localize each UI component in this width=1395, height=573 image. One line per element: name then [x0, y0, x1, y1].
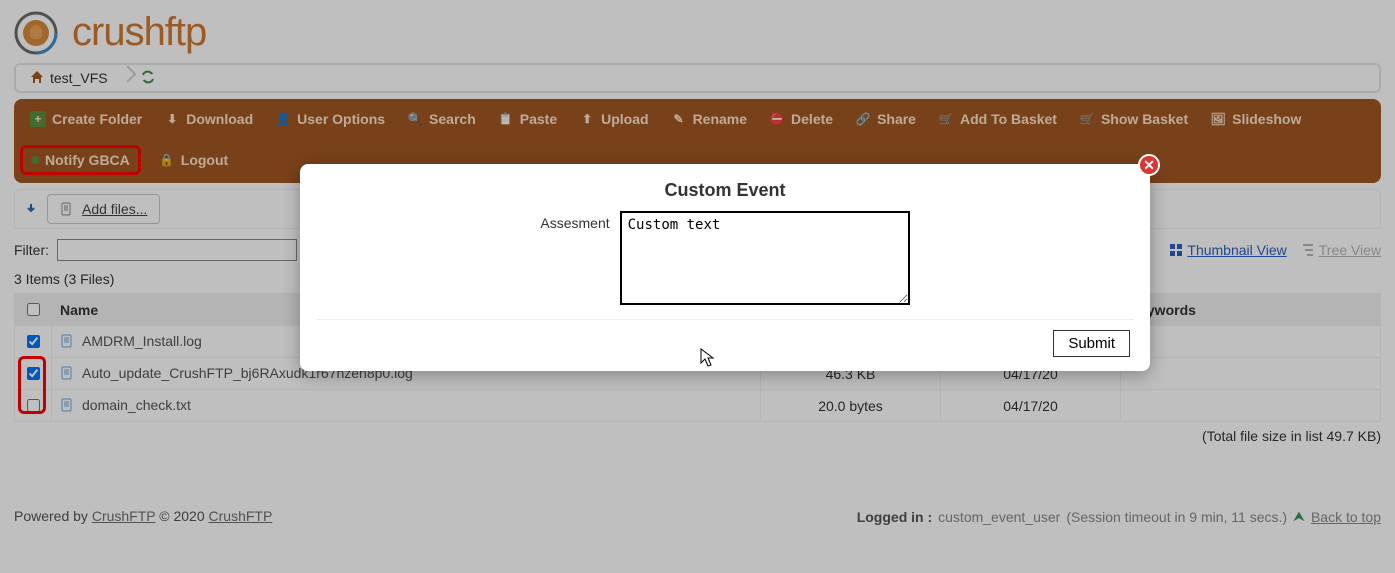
modal-submit-button[interactable]: Submit	[1053, 330, 1130, 357]
close-icon: ✕	[1143, 157, 1155, 174]
modal-close-button[interactable]: ✕	[1138, 154, 1160, 176]
modal-assessment-textarea[interactable]	[620, 211, 910, 305]
custom-event-modal: ✕ Custom Event Assesment Submit	[300, 164, 1150, 371]
modal-field-label: Assesment	[540, 211, 609, 231]
modal-title: Custom Event	[320, 180, 1130, 201]
